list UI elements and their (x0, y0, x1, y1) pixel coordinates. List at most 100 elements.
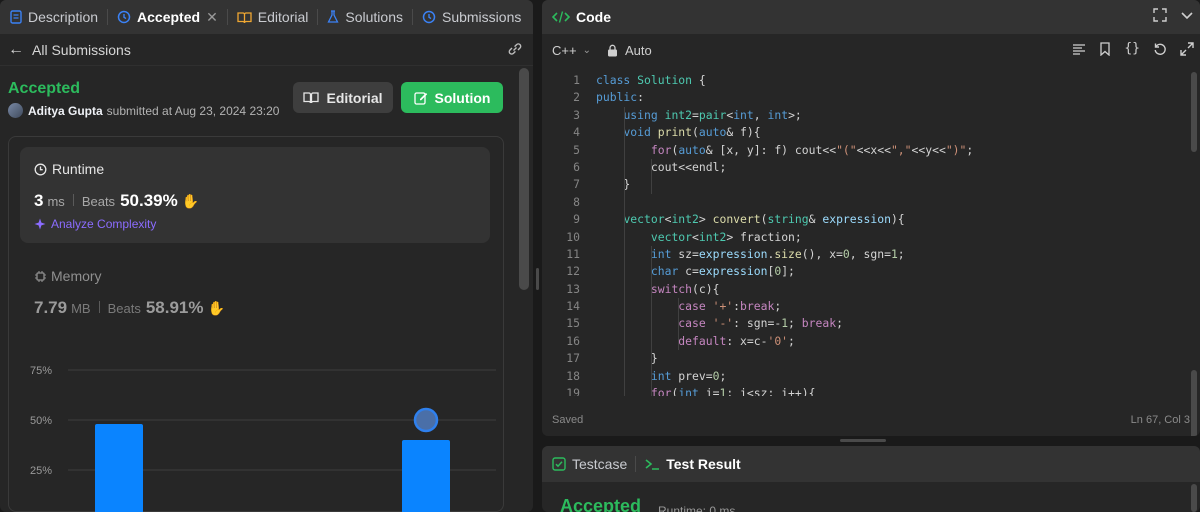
avatar[interactable] (8, 103, 23, 118)
save-status: Saved (552, 414, 584, 426)
code-line[interactable]: 11 int sz=expression.size(), x=0, sgn=1; (542, 246, 1200, 263)
document-icon (10, 10, 22, 24)
chevron-down-icon[interactable]: ⌄ (583, 45, 591, 56)
braces-icon[interactable]: {} (1124, 42, 1140, 59)
y-tick-label: 25% (30, 465, 52, 477)
code-line[interactable]: 2 public: (542, 89, 1200, 106)
history-icon (117, 10, 131, 24)
runtime-value: 3 ms Beats 50.39% ✋ (34, 191, 199, 211)
code-line[interactable]: 10 vector<int2> fraction; (542, 229, 1200, 246)
submissions-subheader: ← All Submissions (0, 34, 533, 66)
horizontal-resize-handle[interactable] (840, 439, 886, 442)
analyze-complexity-link[interactable]: Analyze Complexity (34, 217, 156, 231)
indent-guide (624, 107, 625, 229)
tab-editorial[interactable]: Editorial (233, 0, 313, 34)
editor-scrollbar-thumb[interactable] (1191, 72, 1197, 152)
line-number: 2 (573, 90, 580, 105)
tab-testcase[interactable]: Testcase (572, 456, 627, 472)
divider (72, 194, 74, 206)
code-line[interactable]: 4 void print(auto& f){ (542, 124, 1200, 141)
edit-icon (413, 91, 428, 105)
code-line[interactable]: 8 (542, 194, 1200, 211)
line-number: 8 (573, 194, 580, 209)
line-number: 15 (566, 316, 580, 331)
code-line[interactable]: 13 switch(c){ (542, 281, 1200, 298)
tab-solutions[interactable]: Solutions (323, 0, 407, 34)
code-line[interactable]: 1 class Solution { (542, 72, 1200, 89)
code-line[interactable]: 5 for(auto& [x, y]: f) cout<<"("<<x<<","… (542, 142, 1200, 159)
code-line[interactable]: 15 case '-': sgn=-1; break; (542, 315, 1200, 332)
line-number: 17 (566, 351, 580, 366)
scrollbar-thumb[interactable] (519, 68, 529, 290)
code-line[interactable]: 18 int prev=0; (542, 368, 1200, 385)
line-number: 1 (573, 73, 580, 87)
memory-label: Memory (51, 268, 102, 284)
close-icon[interactable]: ✕ (206, 9, 218, 26)
editorial-button[interactable]: Editorial (293, 82, 393, 113)
code-line[interactable]: 16 default: x=c-'0'; (542, 333, 1200, 350)
code-text: int prev=0; (650, 368, 727, 383)
code-line[interactable]: 7 } (542, 176, 1200, 193)
code-editor[interactable]: 1 class Solution {2 public: 3 using int2=pa… (542, 72, 1200, 396)
code-window-tools (1153, 8, 1194, 25)
memory-unit: MB (71, 301, 91, 316)
code-line[interactable]: 12 char c=expression[0]; (542, 263, 1200, 280)
clock-icon (34, 163, 47, 176)
beats-label: Beats (81, 194, 116, 209)
author-name[interactable]: Aditya Gupta (28, 104, 103, 118)
scrollbar-thumb[interactable] (1191, 484, 1197, 512)
bookmark-icon[interactable] (1099, 42, 1111, 59)
analyze-label: Analyze Complexity (51, 217, 157, 231)
code-line[interactable]: 6 cout<<endl; (542, 159, 1200, 176)
tab-test-result[interactable]: Test Result (666, 456, 740, 472)
code-panel: Code C++ ⌄ Auto {} 1 class Solution {2 … (542, 0, 1200, 436)
tab-divider (411, 9, 413, 25)
mode-label[interactable]: Auto (625, 43, 652, 58)
button-label: Editorial (326, 89, 383, 106)
code-line[interactable]: 19 for(int i=1; i<sz; i++){ (542, 385, 1200, 396)
code-line[interactable]: 9 vector<int2> convert(string& expressio… (542, 211, 1200, 228)
chart-bar[interactable] (402, 440, 450, 512)
tab-divider (635, 456, 637, 472)
chart-bar[interactable] (95, 424, 143, 512)
indent-guide (624, 229, 625, 396)
maximize-icon[interactable] (1153, 8, 1167, 25)
clap-icon: ✋ (181, 193, 200, 209)
submission-status: Accepted (8, 80, 81, 97)
solution-button[interactable]: Solution (401, 82, 503, 113)
code-text: void print(auto& f){ (623, 125, 761, 140)
runtime-distribution-chart[interactable]: 75% 50% 25% (20, 350, 500, 512)
code-line[interactable]: 17 } (542, 350, 1200, 367)
memory-value: 7.79 MB Beats 58.91% ✋ (34, 298, 225, 318)
clap-icon: ✋ (207, 300, 225, 316)
chip-icon (34, 270, 47, 283)
memory-title[interactable]: Memory (34, 268, 102, 284)
reset-icon[interactable] (1153, 42, 1167, 59)
link-icon[interactable] (507, 42, 523, 59)
submission-byline: Aditya Gupta submitted at Aug 23, 2024 2… (8, 103, 279, 118)
test-panel-header: Testcase Test Result (542, 446, 1200, 482)
user-avatar-marker[interactable] (413, 407, 439, 433)
language-select[interactable]: C++ (552, 43, 577, 58)
line-number: 18 (566, 368, 580, 383)
left-tabbar: Description Accepted ✕ Editorial Solutio… (0, 0, 533, 34)
code-text: int sz=expression.size(), x=0, sgn=1; (650, 246, 905, 261)
chevron-down-icon[interactable] (1180, 8, 1194, 25)
tab-label: Description (28, 9, 99, 25)
code-line[interactable]: 14 case '+':break; (542, 298, 1200, 315)
tab-submissions[interactable]: Submissions (418, 0, 525, 34)
runtime-card[interactable]: Runtime 3 ms Beats 50.39% ✋ Analyze Comp… (20, 147, 490, 243)
tab-accepted[interactable]: Accepted ✕ (113, 0, 222, 34)
editor-toolbar: C++ ⌄ Auto {} (542, 34, 1200, 66)
code-line[interactable]: 3 using int2=pair<int, int>; (542, 107, 1200, 124)
vertical-resize-handle[interactable] (536, 268, 539, 290)
code-text: cout<<endl; (596, 159, 727, 174)
code-text: case '+':break; (678, 299, 782, 314)
tab-description[interactable]: Description (6, 0, 102, 34)
format-icon[interactable] (1072, 42, 1086, 59)
expand-icon[interactable] (1180, 42, 1194, 59)
tab-label: Solutions (345, 9, 403, 25)
back-arrow-icon[interactable]: ← (8, 41, 24, 59)
code-text: for(auto& [x, y]: f) cout<<"("<<x<<","<<… (650, 142, 974, 157)
all-submissions-link[interactable]: All Submissions (32, 42, 131, 58)
